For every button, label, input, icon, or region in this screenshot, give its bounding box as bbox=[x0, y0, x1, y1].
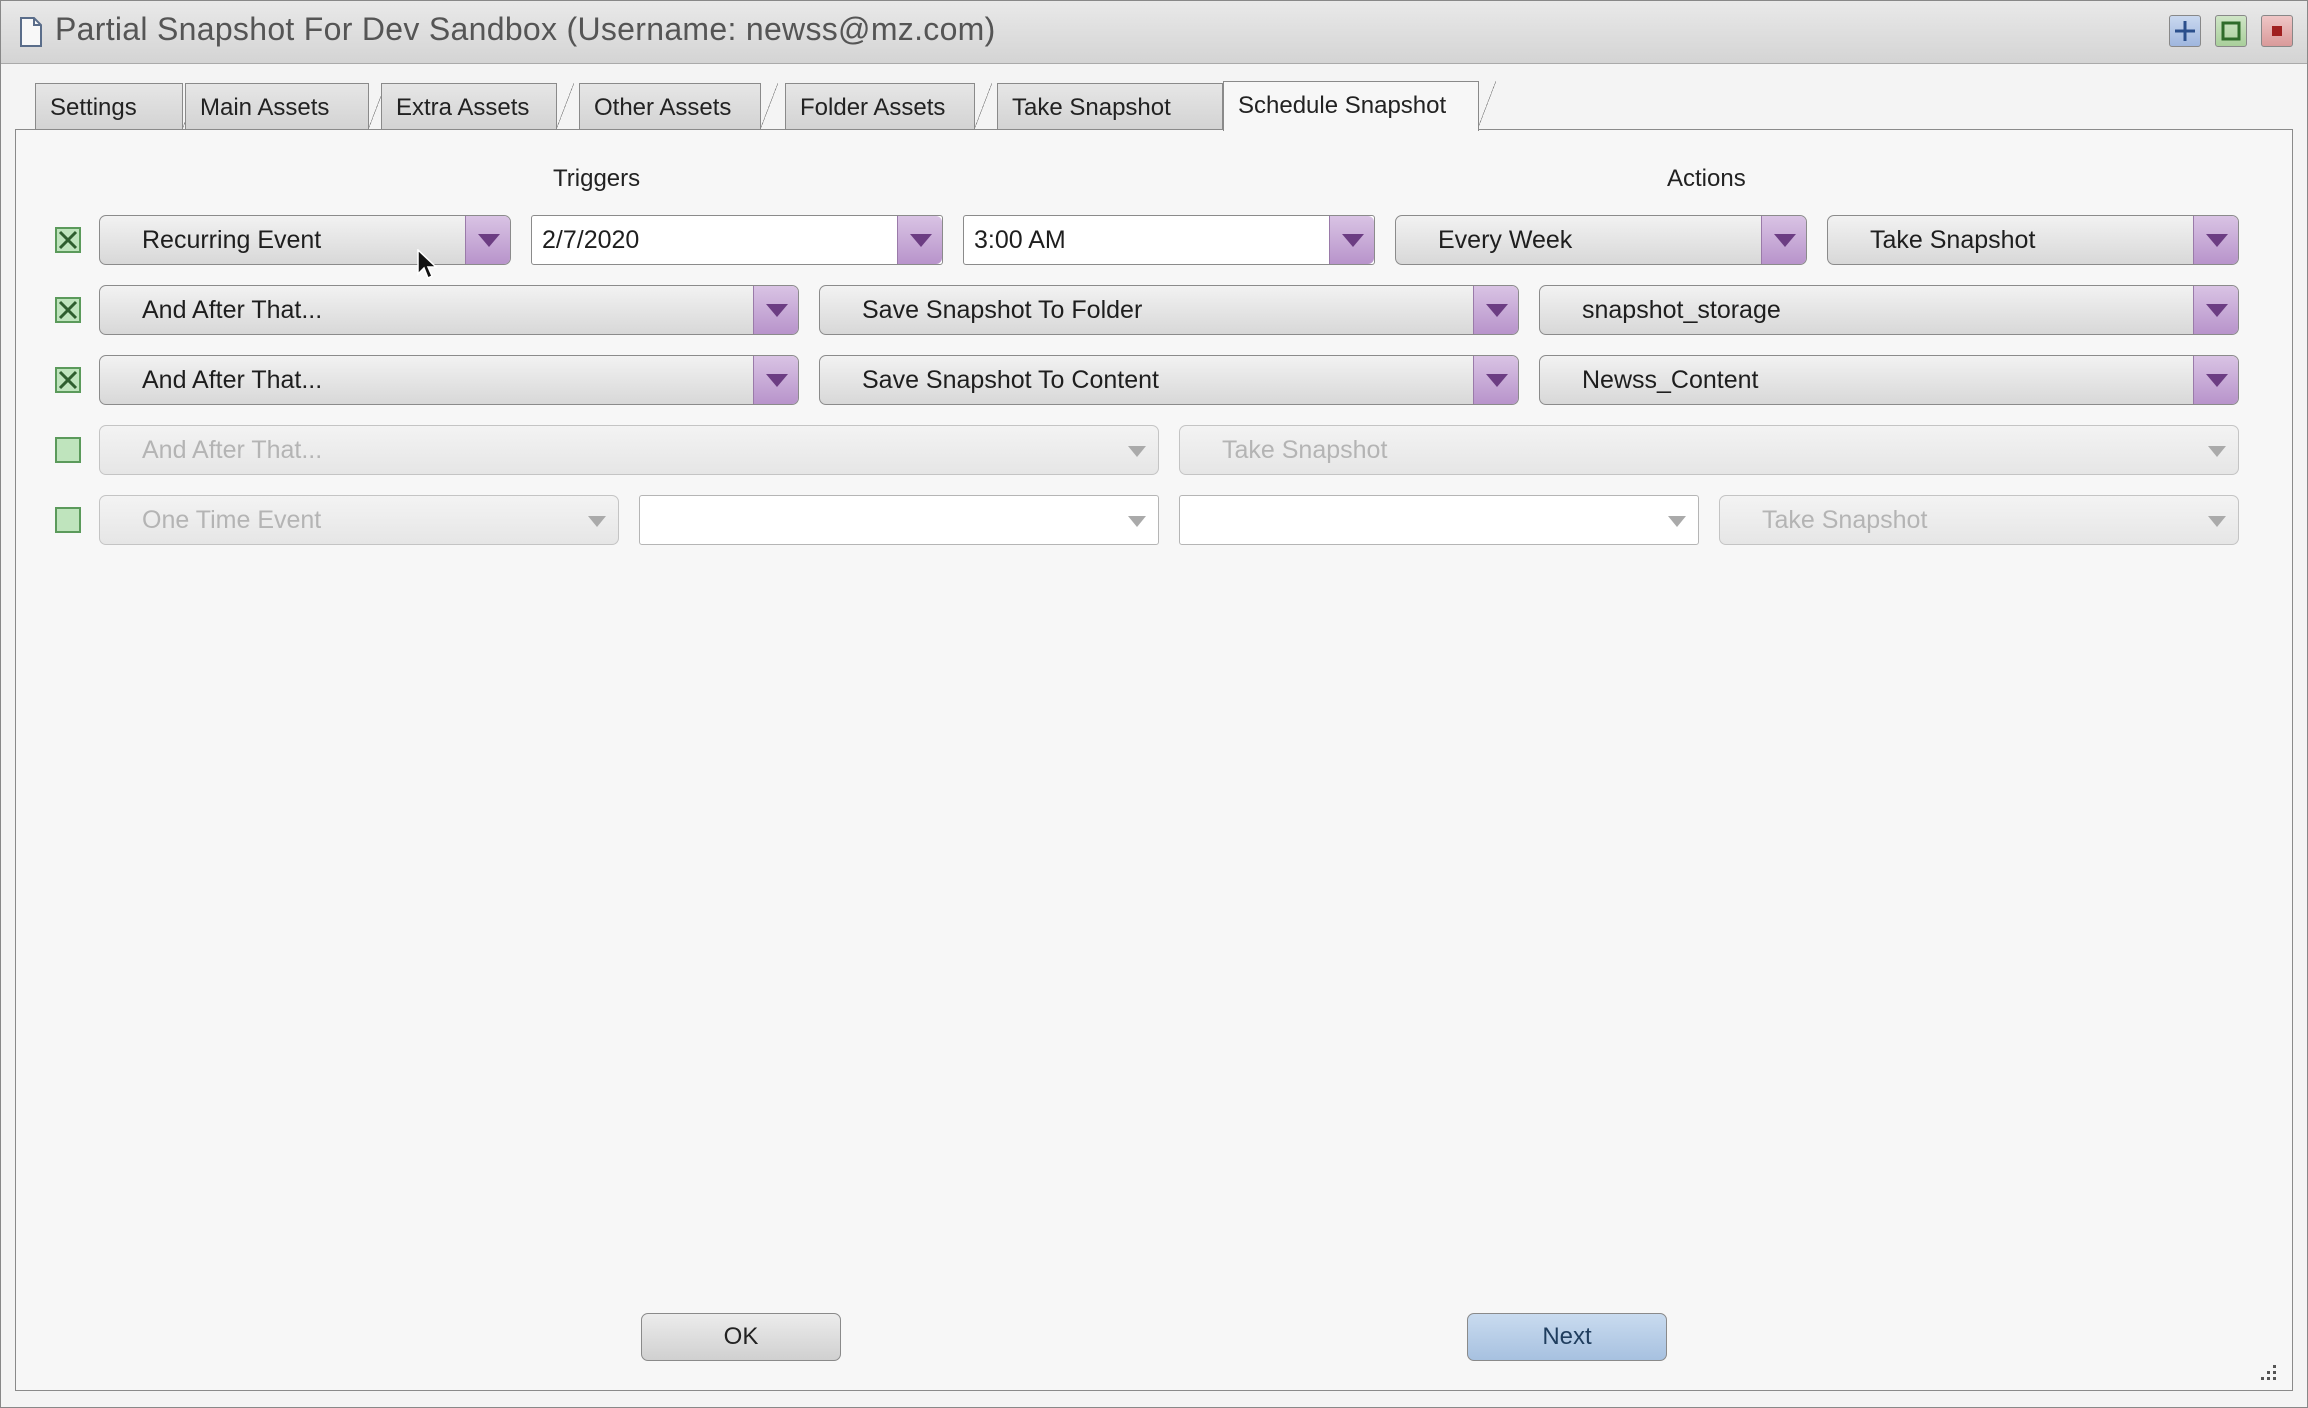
tab-bar: Settings Main Assets Extra Assets Other … bbox=[1, 63, 2307, 131]
row-4-action-dropdown[interactable]: Take Snapshot bbox=[1179, 425, 2239, 475]
check-x-icon bbox=[58, 300, 78, 320]
row-3-action-value: Save Snapshot To Content bbox=[862, 366, 1159, 394]
chevron-down-icon[interactable] bbox=[2194, 426, 2238, 474]
row-3-action-dropdown[interactable]: Save Snapshot To Content bbox=[819, 355, 1519, 405]
row-1-time-dropdown[interactable]: 3:00 AM bbox=[963, 215, 1375, 265]
tab-other-assets[interactable]: Other Assets bbox=[579, 83, 778, 130]
tab-main-assets[interactable]: Main Assets bbox=[185, 83, 386, 130]
row-5-trigger-value: One Time Event bbox=[142, 506, 322, 534]
row-1-trigger-dropdown[interactable]: Recurring Event bbox=[99, 215, 511, 265]
row-2-action-value: Save Snapshot To Folder bbox=[862, 296, 1143, 324]
chevron-down-icon[interactable] bbox=[2194, 496, 2238, 544]
chevron-down-icon[interactable] bbox=[1114, 426, 1158, 474]
tab-extra-assets[interactable]: Extra Assets bbox=[381, 83, 574, 130]
chevron-down-icon[interactable] bbox=[574, 496, 618, 544]
row-5-time-dropdown[interactable] bbox=[1179, 495, 1699, 545]
chevron-down-icon[interactable] bbox=[753, 286, 798, 334]
actions-header: Actions bbox=[1667, 165, 1746, 192]
document-icon bbox=[20, 17, 42, 47]
check-x-icon bbox=[58, 370, 78, 390]
chevron-down-icon[interactable] bbox=[1654, 496, 1698, 544]
row-4-trigger-dropdown[interactable]: And After That... bbox=[99, 425, 1159, 475]
row-3-trigger-dropdown[interactable]: And After That... bbox=[99, 355, 799, 405]
next-button[interactable]: Next bbox=[1467, 1313, 1667, 1361]
tab-settings[interactable]: Settings bbox=[35, 83, 200, 130]
add-window-button[interactable] bbox=[2169, 15, 2201, 47]
chevron-down-icon[interactable] bbox=[1114, 496, 1158, 544]
chevron-down-icon[interactable] bbox=[2193, 286, 2238, 334]
row-5-trigger-dropdown[interactable]: One Time Event bbox=[99, 495, 619, 545]
close-button[interactable] bbox=[2261, 15, 2293, 47]
row-3-target-value: Newss_Content bbox=[1582, 366, 1759, 394]
triggers-header: Triggers bbox=[553, 165, 641, 192]
row-1-date-value: 2/7/2020 bbox=[542, 226, 640, 254]
chevron-down-icon[interactable] bbox=[1473, 286, 1518, 334]
row-2-target-dropdown[interactable]: snapshot_storage bbox=[1539, 285, 2239, 335]
mouse-cursor-icon bbox=[417, 249, 438, 280]
row-1-date-dropdown[interactable]: 2/7/2020 bbox=[531, 215, 943, 265]
row-3-target-dropdown[interactable]: Newss_Content bbox=[1539, 355, 2239, 405]
row-3-enabled-checkbox[interactable] bbox=[55, 367, 81, 393]
row-4-enabled-checkbox[interactable] bbox=[55, 437, 81, 463]
row-1-time-value: 3:00 AM bbox=[974, 226, 1066, 254]
dialog-window: Partial Snapshot For Dev Sandbox (Userna… bbox=[0, 0, 2308, 1408]
row-1-action-value: Take Snapshot bbox=[1870, 226, 2036, 254]
tab-schedule-snapshot[interactable]: Schedule Snapshot bbox=[1223, 81, 1496, 131]
chevron-down-icon[interactable] bbox=[1329, 216, 1374, 264]
window-title: Partial Snapshot For Dev Sandbox (Userna… bbox=[55, 11, 996, 47]
tab-take-snapshot[interactable]: Take Snapshot bbox=[997, 83, 1240, 130]
chevron-down-icon[interactable] bbox=[897, 216, 942, 264]
row-1-action-dropdown[interactable]: Take Snapshot bbox=[1827, 215, 2239, 265]
tab-folder-assets[interactable]: Folder Assets bbox=[785, 83, 992, 130]
row-1-trigger-value: Recurring Event bbox=[142, 226, 322, 254]
chevron-down-icon[interactable] bbox=[2193, 356, 2238, 404]
check-x-icon bbox=[58, 230, 78, 250]
row-5-action-value: Take Snapshot bbox=[1762, 506, 1928, 534]
chevron-down-icon[interactable] bbox=[2193, 216, 2238, 264]
row-1-frequency-value: Every Week bbox=[1438, 226, 1573, 254]
maximize-button[interactable] bbox=[2215, 15, 2247, 47]
chevron-down-icon[interactable] bbox=[1761, 216, 1806, 264]
chevron-down-icon[interactable] bbox=[1473, 356, 1518, 404]
close-icon bbox=[2272, 26, 2282, 36]
resize-grip-icon[interactable] bbox=[2259, 1363, 2279, 1383]
row-2-enabled-checkbox[interactable] bbox=[55, 297, 81, 323]
row-2-trigger-value: And After That... bbox=[142, 296, 323, 324]
ok-button[interactable]: OK bbox=[641, 1313, 841, 1361]
row-3-trigger-value: And After That... bbox=[142, 366, 323, 394]
row-5-enabled-checkbox[interactable] bbox=[55, 507, 81, 533]
title-bar[interactable]: Partial Snapshot For Dev Sandbox (Userna… bbox=[1, 1, 2307, 64]
row-4-trigger-value: And After That... bbox=[142, 436, 323, 464]
maximize-icon bbox=[2221, 21, 2241, 41]
row-2-target-value: snapshot_storage bbox=[1582, 296, 1781, 324]
plus-icon bbox=[2175, 21, 2195, 41]
chevron-down-icon[interactable] bbox=[753, 356, 798, 404]
row-1-enabled-checkbox[interactable] bbox=[55, 227, 81, 253]
row-5-action-dropdown[interactable]: Take Snapshot bbox=[1719, 495, 2239, 545]
row-2-action-dropdown[interactable]: Save Snapshot To Folder bbox=[819, 285, 1519, 335]
row-5-date-dropdown[interactable] bbox=[639, 495, 1159, 545]
chevron-down-icon[interactable] bbox=[465, 216, 510, 264]
row-1-frequency-dropdown[interactable]: Every Week bbox=[1395, 215, 1807, 265]
row-2-trigger-dropdown[interactable]: And After That... bbox=[99, 285, 799, 335]
row-4-action-value: Take Snapshot bbox=[1222, 436, 1388, 464]
